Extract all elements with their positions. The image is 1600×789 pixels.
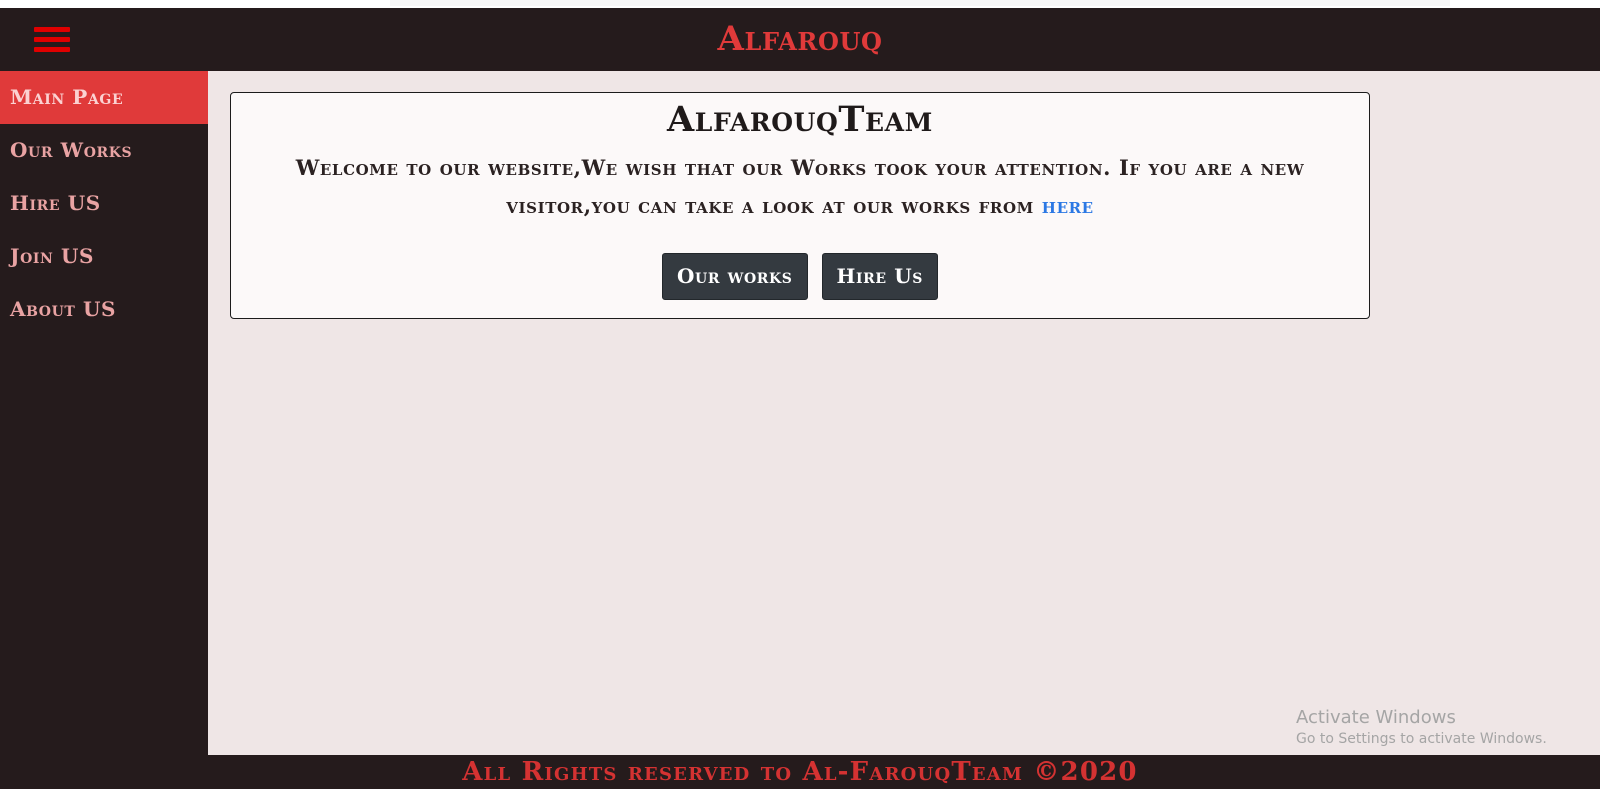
hire-us-button[interactable]: Hire Us bbox=[821, 253, 938, 300]
browser-top-strip bbox=[0, 0, 1600, 8]
welcome-text: Welcome to our website,We wish that our … bbox=[249, 149, 1351, 225]
watermark-subtitle: Go to Settings to activate Windows. bbox=[1296, 731, 1547, 747]
main-content: AlfarouqTeam Welcome to our website,We w… bbox=[208, 71, 1600, 755]
sidebar-item-main-page[interactable]: Main Page bbox=[0, 71, 208, 124]
welcome-title: AlfarouqTeam bbox=[667, 99, 933, 140]
our-works-button[interactable]: Our works bbox=[662, 253, 808, 300]
site-header: Alfarouq bbox=[0, 8, 1600, 71]
welcome-card: AlfarouqTeam Welcome to our website,We w… bbox=[230, 92, 1370, 319]
works-here-link[interactable]: here bbox=[1042, 193, 1094, 218]
site-title: Alfarouq bbox=[717, 19, 883, 59]
sidebar-item-join-us[interactable]: Join US bbox=[0, 230, 208, 283]
sidebar-item-hire-us[interactable]: Hire US bbox=[0, 177, 208, 230]
sidebar-nav: Main Page Our Works Hire US Join US Abou… bbox=[0, 71, 208, 755]
browser-top-strip-inner bbox=[390, 0, 1450, 6]
sidebar-item-our-works[interactable]: Our Works bbox=[0, 124, 208, 177]
welcome-buttons: Our works Hire Us bbox=[231, 253, 1369, 300]
watermark-title: Activate Windows bbox=[1296, 707, 1456, 728]
site-footer: All Rights reserved to Al-FarouqTeam ©20… bbox=[0, 755, 1600, 789]
activate-windows-watermark: Activate Windows Go to Settings to activ… bbox=[1296, 706, 1547, 748]
footer-copyright: All Rights reserved to Al-FarouqTeam ©20… bbox=[462, 757, 1138, 787]
sidebar-item-about-us[interactable]: About US bbox=[0, 283, 208, 336]
welcome-text-body: Welcome to our website,We wish that our … bbox=[295, 155, 1305, 218]
